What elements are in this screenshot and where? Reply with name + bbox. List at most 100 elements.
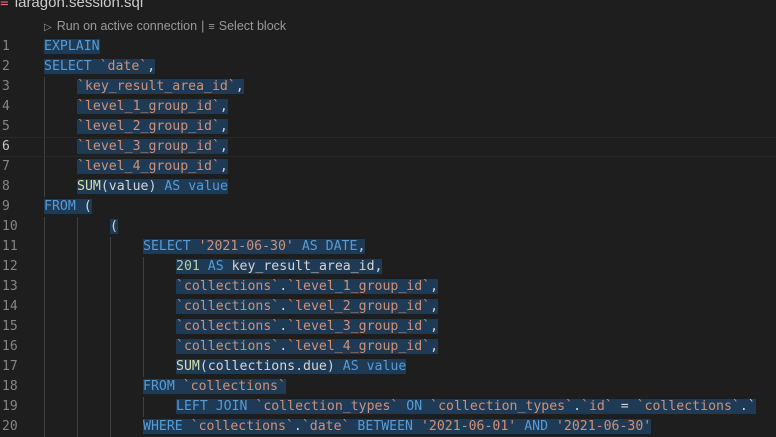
code-token: key_result_area_id, — [223, 259, 383, 274]
line-number: 3 — [2, 79, 10, 94]
code-line[interactable]: SUM(value) AS value — [44, 177, 776, 197]
indent-guide — [77, 257, 110, 277]
code-token: `id` — [581, 399, 613, 414]
code-token: , — [219, 119, 228, 134]
selected-text: LEFT JOIN `collection_types` ON `collect… — [176, 399, 756, 414]
code-line[interactable]: `level_4_group_id`, — [44, 157, 776, 177]
indent-guide — [143, 277, 176, 297]
code-line[interactable]: `collections`.`level_4_group_id`, — [44, 337, 776, 357]
code-token: , — [430, 319, 439, 334]
selected-text: `collections`.`level_3_group_id`, — [176, 319, 439, 334]
code-editor[interactable]: EXPLAIN SELECT `date`, `key_result_area_id… — [0, 37, 776, 437]
code-line[interactable]: `level_2_group_id`, — [44, 117, 776, 137]
selected-text: `collections`.`level_2_group_id`, — [176, 299, 439, 314]
code-token: , — [235, 79, 244, 94]
line-number: 12 — [2, 259, 18, 274]
code-token: DATE — [325, 239, 358, 254]
indent-guide — [110, 417, 143, 437]
code-token: , — [219, 159, 228, 174]
code-line[interactable]: SELECT '2021-06-30' AS DATE, — [44, 237, 776, 257]
code-line[interactable]: ( — [44, 217, 776, 237]
indent-guide — [44, 217, 77, 237]
selected-text: ( — [110, 219, 118, 234]
code-token: `collections` — [182, 379, 286, 394]
code-line[interactable]: FROM `collections` — [44, 377, 776, 397]
code-token: , — [430, 299, 439, 314]
selected-text: SELECT '2021-06-30' AS DATE, — [143, 239, 366, 254]
code-token: `level_4_group_id` — [287, 339, 431, 354]
indent-guide — [110, 257, 143, 277]
run-on-active-connection-lens[interactable]: ▷ Run on active connection — [44, 19, 197, 33]
line-number: 1 — [2, 39, 10, 54]
indent-guide — [44, 257, 77, 277]
modified-file-icon: ≡ — [0, 0, 9, 11]
indent-guide — [143, 357, 176, 377]
code-line[interactable]: EXPLAIN — [44, 37, 776, 57]
code-line[interactable]: SELECT `date`, — [44, 57, 776, 77]
tab-filename: laragon.session.sql — [14, 0, 144, 11]
indent-guide — [110, 357, 143, 377]
code-line[interactable]: SUM(collections.due) AS value — [44, 357, 776, 377]
code-token: ON — [406, 399, 423, 414]
code-token: `collections` — [636, 399, 740, 414]
indent-guide — [44, 117, 77, 137]
code-token: , — [357, 239, 366, 254]
code-token: `date` — [301, 419, 350, 434]
indent-guide — [44, 277, 77, 297]
indent-guide — [110, 337, 143, 357]
selected-text: `collections`.`level_4_group_id`, — [176, 339, 439, 354]
editor-tab-title[interactable]: ≡ laragon.session.sql — [0, 0, 776, 14]
indent-guide — [77, 277, 110, 297]
indent-guide — [110, 237, 143, 257]
code-token: EXPLAIN — [44, 39, 100, 54]
code-line[interactable]: FROM ( — [44, 197, 776, 217]
code-token: FROM — [143, 379, 175, 394]
line-number: 11 — [2, 239, 18, 254]
code-token: '2021-06-30' — [555, 419, 652, 434]
code-token: ( — [75, 199, 92, 214]
code-token: , — [219, 139, 228, 154]
code-line[interactable]: `collections`.`level_2_group_id`, — [44, 297, 776, 317]
play-icon: ▷ — [44, 22, 52, 33]
indent-guide — [77, 357, 110, 377]
indent-guide — [77, 317, 110, 337]
code-line[interactable]: `key_result_area_id`, — [44, 77, 776, 97]
code-line[interactable]: `collections`.`level_1_group_id`, — [44, 277, 776, 297]
line-number: 13 — [2, 279, 18, 294]
code-line[interactable]: `collections`.`level_3_group_id`, — [44, 317, 776, 337]
code-token: , — [430, 339, 439, 354]
code-token: LEFT JOIN — [176, 399, 248, 414]
select-block-lens[interactable]: ≡ Select block — [208, 19, 286, 33]
code-line[interactable]: LEFT JOIN `collection_types` ON `collect… — [44, 397, 776, 417]
selected-text: FROM ( — [44, 199, 92, 214]
code-token: , — [430, 279, 439, 294]
code-token: BETWEEN — [357, 419, 413, 434]
code-line[interactable]: 201 AS key_result_area_id, — [44, 257, 776, 277]
line-number: 2 — [2, 59, 10, 74]
selected-text: SUM(value) AS value — [77, 179, 228, 194]
indent-guide — [44, 97, 77, 117]
code-token: `level_2_group_id` — [287, 299, 431, 314]
code-token: `collection_types` — [430, 399, 574, 414]
line-number: 16 — [2, 339, 18, 354]
code-token: `level_4_group_id` — [77, 159, 220, 174]
code-token: . — [279, 319, 288, 334]
code-line[interactable]: WHERE `collections`.`date` BETWEEN '2021… — [44, 417, 776, 437]
selected-text: WHERE `collections`.`date` BETWEEN '2021… — [143, 419, 652, 434]
code-line[interactable]: `level_1_group_id`, — [44, 97, 776, 117]
indent-guide — [44, 237, 77, 257]
selected-text: `key_result_area_id`, — [77, 79, 244, 94]
code-token: . — [293, 419, 302, 434]
code-token: SELECT — [143, 239, 191, 254]
indent-guide — [44, 417, 77, 437]
code-token: `level_1_group_id` — [287, 279, 431, 294]
code-token: `collections` — [176, 319, 280, 334]
code-line[interactable]: `level_3_group_id`, — [0, 137, 776, 157]
code-token: (value) — [100, 179, 165, 194]
